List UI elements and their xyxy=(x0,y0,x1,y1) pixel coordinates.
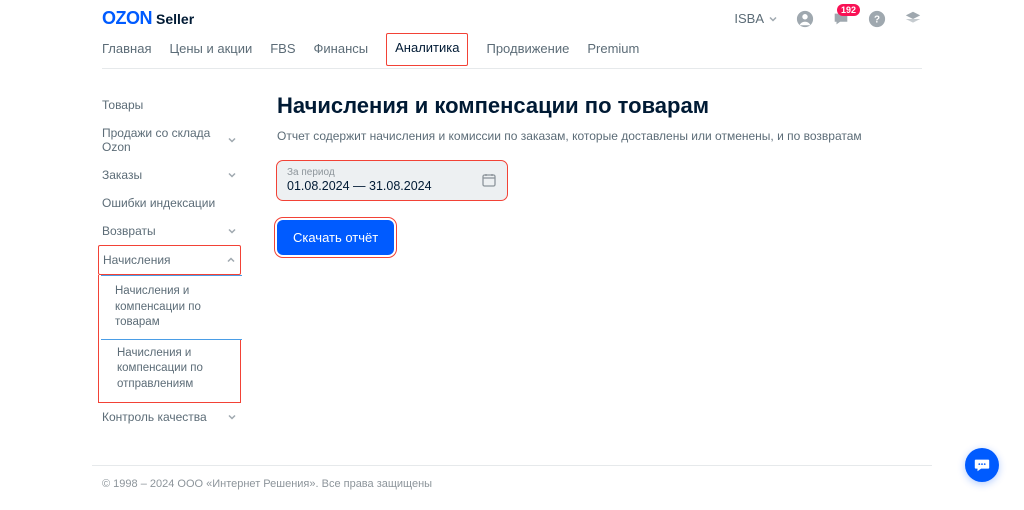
sidebar-sub-accruals-shipments[interactable]: Начисления и компенсации по отправлениям xyxy=(103,340,236,399)
sidebar-item-label: Товары xyxy=(102,98,143,112)
header-right: ISBA 192 ? xyxy=(734,10,922,28)
footer: © 1998 – 2024 ООО «Интернет Решения». Вс… xyxy=(92,478,932,490)
tab-analytics[interactable]: Аналитика xyxy=(386,33,468,66)
chevron-down-icon xyxy=(227,135,237,145)
sidebar-item-products[interactable]: Товары xyxy=(102,91,237,119)
sidebar-item-label: Начисления xyxy=(103,253,171,267)
period-picker[interactable]: За период 01.08.2024 — 31.08.2024 xyxy=(277,161,507,200)
chevron-down-icon xyxy=(227,170,237,180)
chevron-down-icon xyxy=(227,226,237,236)
user-icon[interactable] xyxy=(796,10,814,28)
sidebar-item-quality[interactable]: Контроль качества xyxy=(102,403,237,431)
sidebar-item-orders[interactable]: Заказы xyxy=(102,161,237,189)
sidebar-sub-accruals-products[interactable]: Начисления и компенсации по товарам xyxy=(101,275,242,340)
logo-suffix: Seller xyxy=(156,11,194,27)
page-description: Отчет содержит начисления и комиссии по … xyxy=(277,129,922,143)
header: OZON Seller ISBA 192 ? xyxy=(102,0,922,33)
period-value: 01.08.2024 — 31.08.2024 xyxy=(287,179,432,193)
chevron-down-icon xyxy=(768,14,778,24)
sidebar-item-accruals[interactable]: Начисления xyxy=(98,245,241,275)
tab-home[interactable]: Главная xyxy=(102,33,151,68)
logo-brand: OZON xyxy=(102,8,152,29)
calendar-icon xyxy=(481,172,497,188)
sidebar-accruals-subgroup: Начисления и компенсации по товарам Начи… xyxy=(98,275,241,403)
sidebar-item-label: Заказы xyxy=(102,168,142,182)
copyright-text: © 1998 – 2024 ООО «Интернет Решения». Вс… xyxy=(102,478,432,490)
chevron-down-icon xyxy=(227,412,237,422)
sidebar-item-label: Ошибки индексации xyxy=(102,196,215,210)
account-name: ISBA xyxy=(734,11,764,26)
apps-icon[interactable] xyxy=(904,10,922,28)
notification-badge: 192 xyxy=(837,4,860,16)
period-label: За период xyxy=(287,167,432,178)
tab-promotion[interactable]: Продвижение xyxy=(486,33,569,68)
sidebar: Товары Продажи со склада Ozon Заказы Оши… xyxy=(102,91,237,431)
nav-tabs: Главная Цены и акции FBS Финансы Аналити… xyxy=(102,33,922,69)
tab-premium[interactable]: Premium xyxy=(587,33,639,68)
support-fab[interactable] xyxy=(965,448,999,482)
tab-finance[interactable]: Финансы xyxy=(314,33,369,68)
tab-fbs[interactable]: FBS xyxy=(270,33,295,68)
sidebar-item-sales-ozon[interactable]: Продажи со склада Ozon xyxy=(102,119,237,161)
sidebar-item-label: Возвраты xyxy=(102,224,156,238)
sidebar-item-label: Контроль качества xyxy=(102,410,207,424)
svg-text:?: ? xyxy=(874,14,880,25)
tab-prices[interactable]: Цены и акции xyxy=(169,33,252,68)
download-button[interactable]: Скачать отчёт xyxy=(277,220,394,255)
main-content: Начисления и компенсации по товарам Отче… xyxy=(277,91,922,431)
chevron-up-icon xyxy=(226,255,236,265)
sidebar-item-label: Продажи со склада Ozon xyxy=(102,126,227,154)
page-title: Начисления и компенсации по товарам xyxy=(277,93,922,119)
logo[interactable]: OZON Seller xyxy=(102,8,194,29)
help-icon[interactable]: ? xyxy=(868,10,886,28)
account-picker[interactable]: ISBA xyxy=(734,11,778,26)
sidebar-item-index-errors[interactable]: Ошибки индексации xyxy=(102,189,237,217)
footer-divider xyxy=(92,465,932,466)
sidebar-item-returns[interactable]: Возвраты xyxy=(102,217,237,245)
chat-icon[interactable]: 192 xyxy=(832,10,850,28)
